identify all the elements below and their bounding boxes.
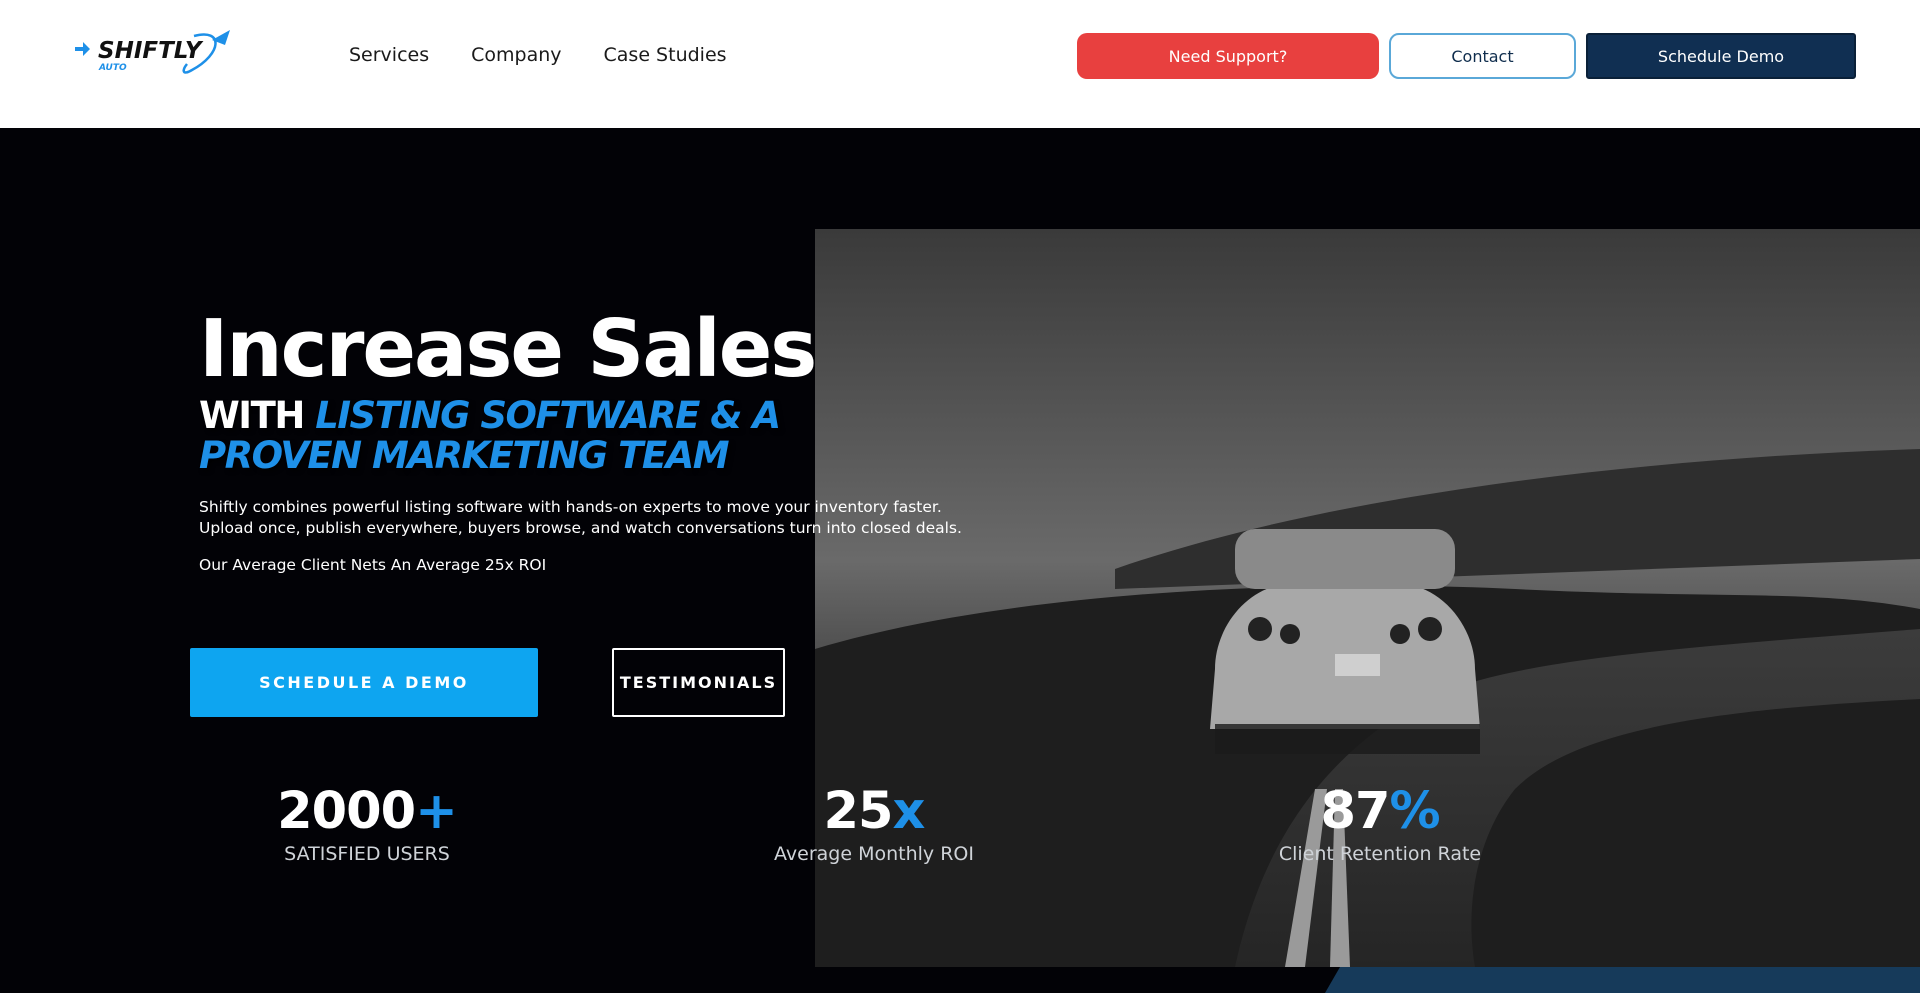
stat-retention-rate: 87% Client Retention Rate: [1200, 782, 1560, 866]
nav-company[interactable]: Company: [471, 44, 561, 66]
logo-mark: SHIFTLY AUTO: [75, 30, 230, 74]
stat-value: 87%: [1320, 782, 1440, 841]
stat-label: SATISFIED USERS: [284, 843, 450, 865]
stat-value: 25x: [823, 782, 926, 841]
testimonials-button[interactable]: TESTIMONIALS: [612, 648, 785, 717]
nav-case-studies[interactable]: Case Studies: [604, 44, 727, 66]
roi-note: Our Average Client Nets An Average 25x R…: [199, 556, 547, 574]
contact-button[interactable]: Contact: [1389, 33, 1576, 79]
stat-label: Average Monthly ROI: [774, 843, 974, 865]
schedule-demo-button[interactable]: Schedule Demo: [1586, 33, 1856, 79]
svg-text:AUTO: AUTO: [98, 63, 127, 73]
main-nav: Services Company Case Studies: [349, 44, 727, 66]
stat-label: Client Retention Rate: [1278, 843, 1482, 865]
shiftly-auto-logo[interactable]: SHIFTLY AUTO: [74, 26, 234, 86]
stat-monthly-roi: 25x Average Monthly ROI: [694, 782, 1054, 866]
schedule-a-demo-button[interactable]: SCHEDULE A DEMO: [190, 648, 538, 717]
svg-text:SHIFTLY: SHIFTLY: [98, 38, 204, 64]
nav-services[interactable]: Services: [349, 44, 429, 66]
stat-satisfied-users: 2000+ SATISFIED USERS: [187, 782, 547, 866]
hero-subtitle-lead: WITH: [199, 394, 305, 437]
hero-title: Increase Sales: [199, 303, 817, 395]
decorative-stripe: [1316, 967, 1920, 993]
site-header: SHIFTLY AUTO Services Company Case Studi…: [0, 0, 1920, 128]
hero-subtitle: WITH LISTING SOFTWARE & A PROVEN MARKETI…: [199, 396, 919, 476]
need-support-button[interactable]: Need Support?: [1077, 33, 1379, 79]
stat-value: 2000+: [277, 782, 458, 841]
hero-description: Shiftly combines powerful listing softwa…: [199, 498, 962, 537]
hero-section: Increase Sales WITH LISTING SOFTWARE & A…: [0, 128, 1920, 993]
